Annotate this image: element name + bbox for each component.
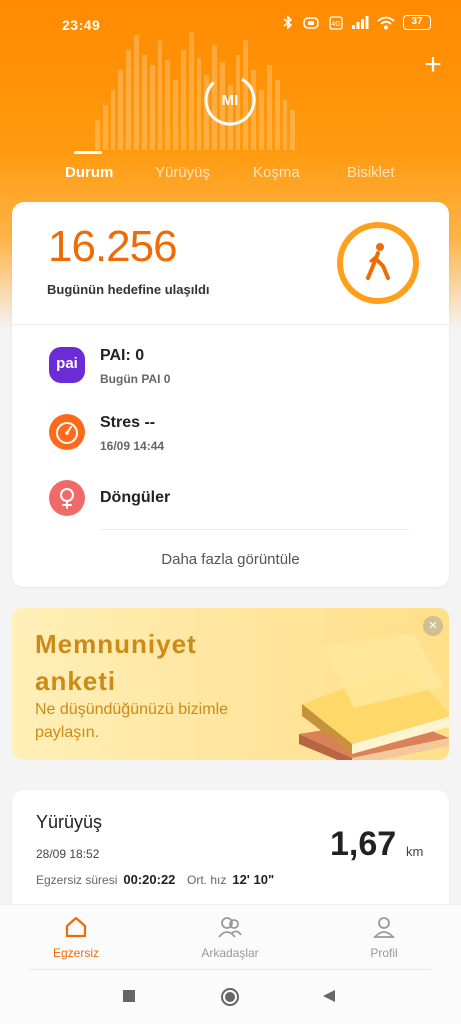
hd-icon: 4G bbox=[329, 15, 343, 30]
sport-tabs: Durum Yürüyüş Koşma Bisiklet bbox=[0, 160, 461, 190]
mi-logo: MI bbox=[202, 72, 258, 128]
banner-title-line1: Memnuniyet bbox=[35, 629, 197, 659]
duration-value: 00:20:22 bbox=[123, 872, 176, 887]
workout-title: Yürüyüş bbox=[36, 812, 103, 832]
bottom-navigation: Egzersiz Arkadaşlar Profil bbox=[0, 904, 461, 1024]
home-circle-icon[interactable] bbox=[220, 987, 240, 1007]
battery-icon: 37 bbox=[403, 15, 431, 30]
nav-egzersiz[interactable]: Egzersiz bbox=[26, 915, 126, 960]
wifi-icon bbox=[377, 16, 395, 29]
workout-distance-unit: km bbox=[406, 844, 424, 859]
step-count: 16.256 bbox=[48, 222, 178, 271]
pai-icon: pai bbox=[49, 347, 85, 383]
nav-label-egzersiz: Egzersiz bbox=[52, 946, 99, 960]
tab-kosma[interactable]: Koşma bbox=[253, 164, 300, 181]
svg-text:4G: 4G bbox=[331, 21, 340, 28]
status-bar: 23:49 4G 37 bbox=[0, 0, 461, 52]
profile-icon bbox=[372, 917, 396, 938]
banner-subtitle-line2: paylaşın. bbox=[35, 724, 100, 741]
tab-yuruyus[interactable]: Yürüyüş bbox=[155, 164, 210, 181]
recent-apps-icon[interactable] bbox=[122, 989, 136, 1003]
add-button[interactable]: + bbox=[419, 50, 447, 80]
banner-subtitle: Ne düşündüğünüzü bizimle paylaşın. bbox=[35, 698, 228, 744]
tab-bisiklet[interactable]: Bisiklet bbox=[347, 164, 395, 181]
banner-title: Memnuniyet anketi bbox=[35, 626, 197, 700]
cycles-title[interactable]: Döngüler bbox=[100, 489, 170, 507]
pace-label: Ort. hız bbox=[187, 873, 227, 887]
mi-ring-icon: MI bbox=[204, 74, 256, 126]
walking-person-icon bbox=[366, 243, 390, 280]
goal-status: Bugünün hedefine ulaşıldı bbox=[47, 282, 210, 297]
active-tab-indicator bbox=[74, 151, 102, 154]
status-icons: 4G 37 bbox=[283, 15, 431, 30]
stress-subtitle: 16/09 14:44 bbox=[100, 439, 165, 453]
nav-label-profil: Profil bbox=[370, 946, 398, 960]
stress-title[interactable]: Stres -- bbox=[100, 414, 155, 432]
survey-banner[interactable]: Memnuniyet anketi Ne düşündüğünüzü bizim… bbox=[12, 608, 449, 760]
workout-pace: Ort. hız 12' 10" bbox=[187, 872, 274, 887]
vibrate-icon bbox=[303, 16, 319, 29]
nav-profil[interactable]: Profil bbox=[334, 915, 434, 960]
bluetooth-icon bbox=[283, 15, 293, 30]
steps-card[interactable]: 16.256 Bugünün hedefine ulaşıldı pai PAI… bbox=[12, 202, 449, 587]
nav-label-arkadaslar: Arkadaşlar bbox=[201, 946, 259, 960]
signal-icon bbox=[352, 16, 369, 29]
friends-icon bbox=[218, 917, 242, 938]
workout-date: 28/09 18:52 bbox=[36, 847, 100, 861]
back-icon[interactable] bbox=[322, 989, 336, 1003]
status-time: 23:49 bbox=[62, 17, 101, 33]
goal-ring bbox=[337, 222, 419, 304]
banner-title-line2: anketi bbox=[35, 666, 117, 696]
card-divider bbox=[12, 324, 449, 325]
cycle-icon bbox=[49, 480, 85, 516]
nav-arkadaslar[interactable]: Arkadaşlar bbox=[180, 915, 280, 960]
workout-duration: Egzersiz süresi 00:20:22 bbox=[36, 872, 175, 887]
books-illustration bbox=[299, 634, 449, 760]
pai-subtitle: Bugün PAI 0 bbox=[100, 372, 171, 386]
pai-title[interactable]: PAI: 0 bbox=[100, 347, 144, 365]
banner-close-button[interactable]: × bbox=[423, 616, 443, 636]
mi-logo-text: MI bbox=[222, 92, 239, 109]
stress-gauge-icon bbox=[49, 414, 85, 450]
banner-subtitle-line1: Ne düşündüğünüzü bizimle bbox=[35, 701, 229, 718]
nav-separator bbox=[30, 969, 431, 970]
workout-distance: 1,67 bbox=[330, 825, 397, 863]
card-divider bbox=[100, 529, 409, 530]
home-icon bbox=[65, 916, 87, 938]
view-more-link[interactable]: Daha fazla görüntüle bbox=[12, 551, 449, 568]
tab-durum[interactable]: Durum bbox=[65, 164, 113, 181]
duration-label: Egzersiz süresi bbox=[36, 873, 118, 887]
pace-value: 12' 10" bbox=[232, 872, 275, 887]
